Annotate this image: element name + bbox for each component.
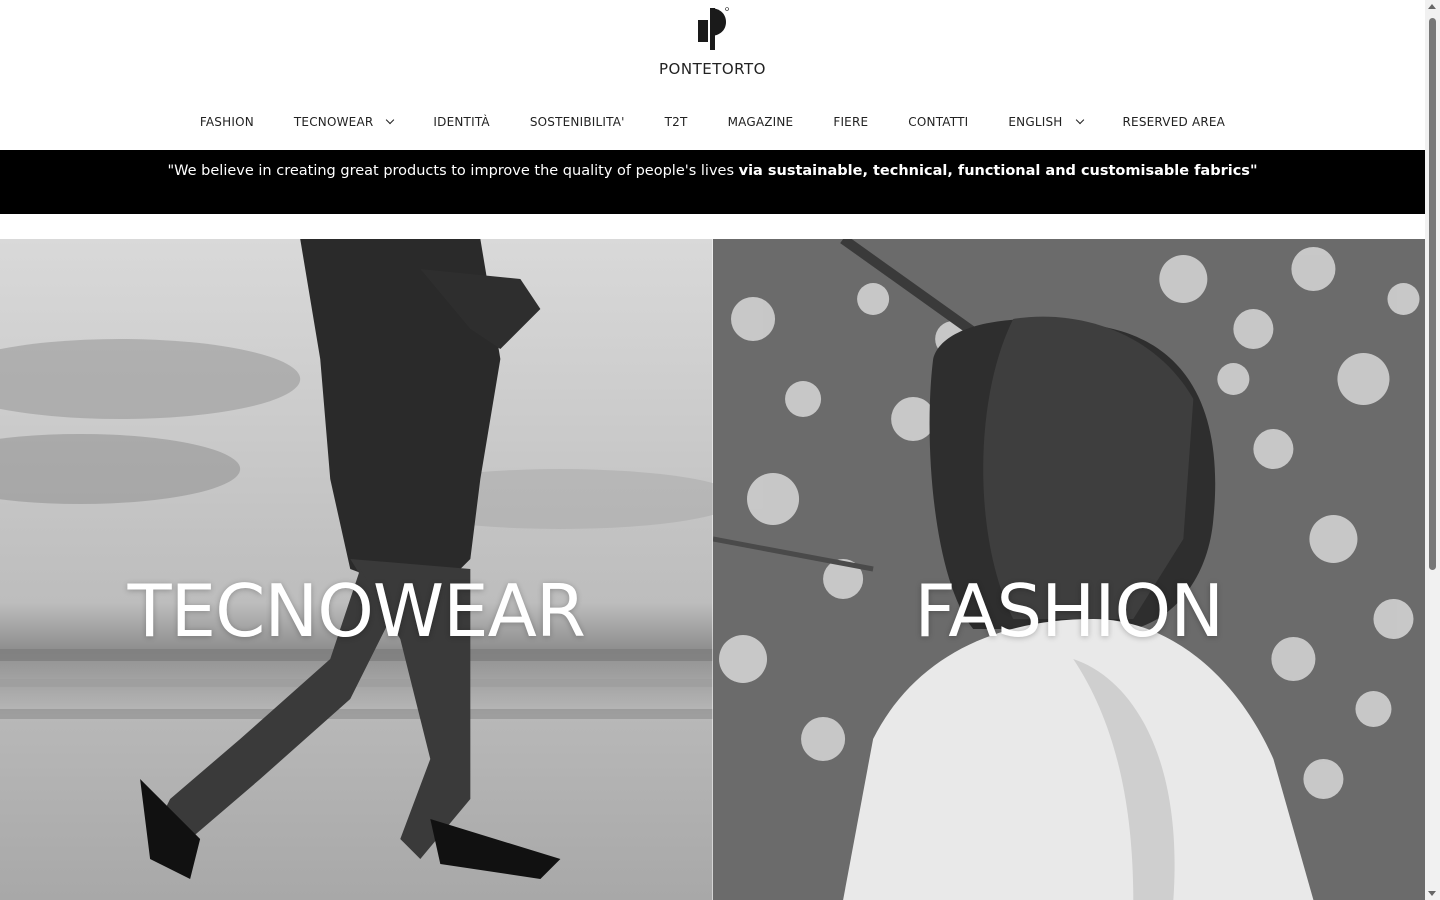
fashion-panel[interactable]: FASHION <box>712 239 1425 900</box>
scroll-down-icon[interactable] <box>1428 891 1436 896</box>
nav-item-language[interactable]: ENGLISH <box>988 112 1102 132</box>
nav-label: MAGAZINE <box>727 115 794 129</box>
nav-item-fashion[interactable]: FASHION <box>180 112 274 132</box>
nav-label: SOSTENIBILITA' <box>529 115 625 129</box>
tecnowear-title: TECNOWEAR <box>127 569 586 653</box>
nav-label: IDENTITÀ <box>433 115 490 129</box>
nav-item-reserved-area[interactable]: RESERVED AREA <box>1103 112 1246 132</box>
fashion-title: FASHION <box>914 569 1224 653</box>
main-nav: FASHION TECNOWEAR IDENTITÀ SOSTENIBILITA… <box>0 112 1425 132</box>
banner-text-bold: via sustainable, technical, functional a… <box>738 163 1258 179</box>
nav-label: FASHION <box>199 115 254 129</box>
brand-name: PONTETORTO <box>659 60 766 78</box>
nav-label: CONTATTI <box>908 115 969 129</box>
nav-item-sostenibilita[interactable]: SOSTENIBILITA' <box>510 112 645 132</box>
nav-label: FIERE <box>833 115 869 129</box>
page-scrollbar[interactable] <box>1425 0 1440 900</box>
page: PONTETORTO FASHION TECNOWEAR IDENTITÀ SO… <box>0 0 1425 900</box>
nav-label: ENGLISH <box>1008 115 1063 129</box>
nav-label: TECNOWEAR <box>293 115 374 129</box>
nav-item-fiere[interactable]: FIERE <box>813 112 888 132</box>
category-panels: TECNOWEAR FASHION <box>0 239 1425 900</box>
nav-item-tecnowear[interactable]: TECNOWEAR <box>274 112 414 132</box>
nav-item-contatti[interactable]: CONTATTI <box>888 112 988 132</box>
chevron-down-icon <box>386 115 395 125</box>
scrollbar-thumb[interactable] <box>1429 18 1436 570</box>
logo[interactable]: PONTETORTO <box>0 6 1425 78</box>
site-header: PONTETORTO FASHION TECNOWEAR IDENTITÀ SO… <box>0 0 1425 148</box>
nav-label: T2T <box>664 115 688 129</box>
nav-item-t2t[interactable]: T2T <box>645 112 708 132</box>
nav-item-magazine[interactable]: MAGAZINE <box>708 112 814 132</box>
banner-text-regular: "We believe in creating great products t… <box>167 163 735 179</box>
pontetorto-logo-icon <box>697 7 729 50</box>
nav-item-identita[interactable]: IDENTITÀ <box>413 112 509 132</box>
tecnowear-panel[interactable]: TECNOWEAR <box>0 239 713 900</box>
nav-label: RESERVED AREA <box>1122 115 1226 129</box>
scroll-up-icon[interactable] <box>1428 4 1436 9</box>
mission-banner: "We believe in creating great products t… <box>0 150 1425 214</box>
chevron-down-icon <box>1075 115 1084 125</box>
